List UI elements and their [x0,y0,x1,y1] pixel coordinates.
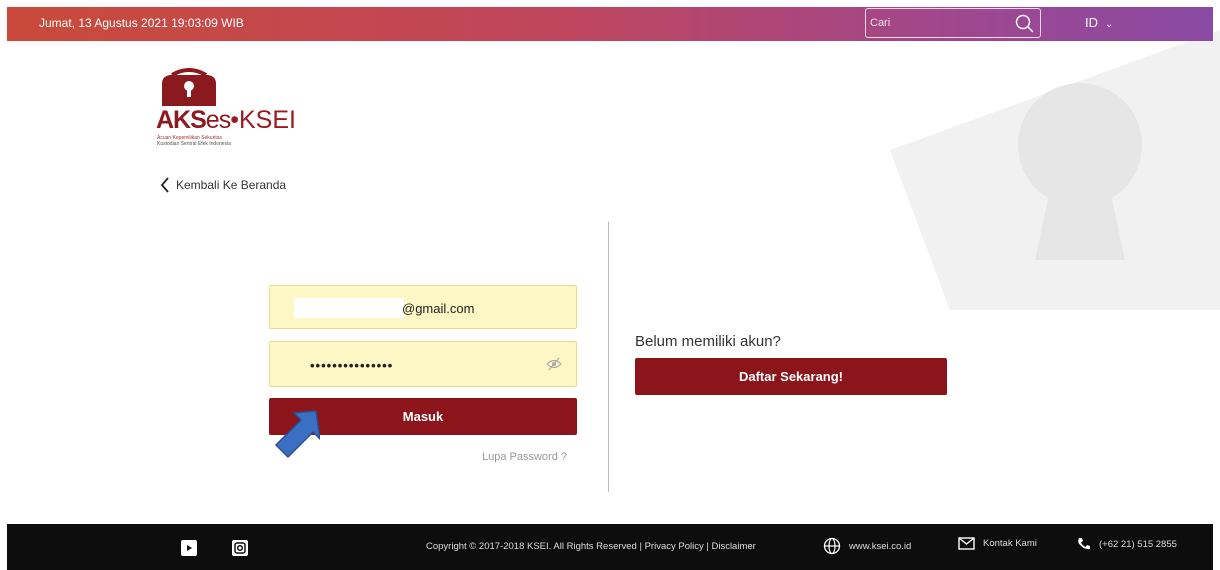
chevron-down-icon: ⌄ [1105,19,1114,30]
logo-wordmark: AKSes•KSEI [156,106,296,134]
footer: Copyright © 2017-2018 KSEI. All Rights R… [7,524,1213,570]
forgot-password-link[interactable]: Lupa Password ? [482,451,567,463]
privacy-policy-link[interactable]: Privacy Policy [645,541,704,552]
back-link-label: Kembali Ke Beranda [176,178,287,192]
register-button[interactable]: Daftar Sekarang! [635,358,947,395]
chevron-left-icon [160,177,169,193]
mail-icon [958,537,975,550]
pointer-arrow-icon [274,410,320,459]
password-input[interactable] [310,355,510,375]
search-box[interactable] [865,8,1041,38]
phone-icon [1078,538,1090,550]
email-field[interactable] [269,285,577,329]
password-field[interactable] [269,341,577,387]
vertical-divider [608,222,609,492]
no-account-prompt: Belum memiliki akun? [635,333,781,350]
email-input[interactable] [294,298,554,318]
language-selector[interactable]: ID ⌄ [1085,15,1113,30]
language-label: ID [1085,15,1098,30]
search-icon[interactable] [1014,13,1035,34]
youtube-icon[interactable] [181,540,197,556]
search-input[interactable] [870,13,1010,33]
top-bar: Jumat, 13 Agustus 2021 19:03:09 WIB ID ⌄ [7,7,1213,41]
logo-subtagline: Kustodian Sentral Efek Indonesia [157,141,231,147]
instagram-icon[interactable] [232,540,248,556]
globe-icon [823,537,841,555]
copyright-text: Copyright © 2017-2018 KSEI. All Rights R… [426,541,756,552]
back-to-home-link[interactable]: Kembali Ke Beranda [160,177,286,193]
disclaimer-link[interactable]: Disclaimer [711,541,755,552]
datetime-display: Jumat, 13 Agustus 2021 19:03:09 WIB [39,16,244,30]
phone-link[interactable]: (+62 21) 515 2855 [1077,537,1177,551]
contact-link[interactable]: Kontak Kami [958,537,1037,550]
login-page: Jumat, 13 Agustus 2021 19:03:09 WIB ID⌄ … [0,0,1220,570]
website-link[interactable]: www.ksei.co.id [823,537,911,555]
lock-watermark-icon [890,30,1220,310]
aksES-ksei-logo: AKSes•KSEI Acuan Kepemilikan Sekuritas K… [156,68,296,148]
eye-slash-icon[interactable] [546,357,562,371]
logo-lock-icon [162,68,216,106]
